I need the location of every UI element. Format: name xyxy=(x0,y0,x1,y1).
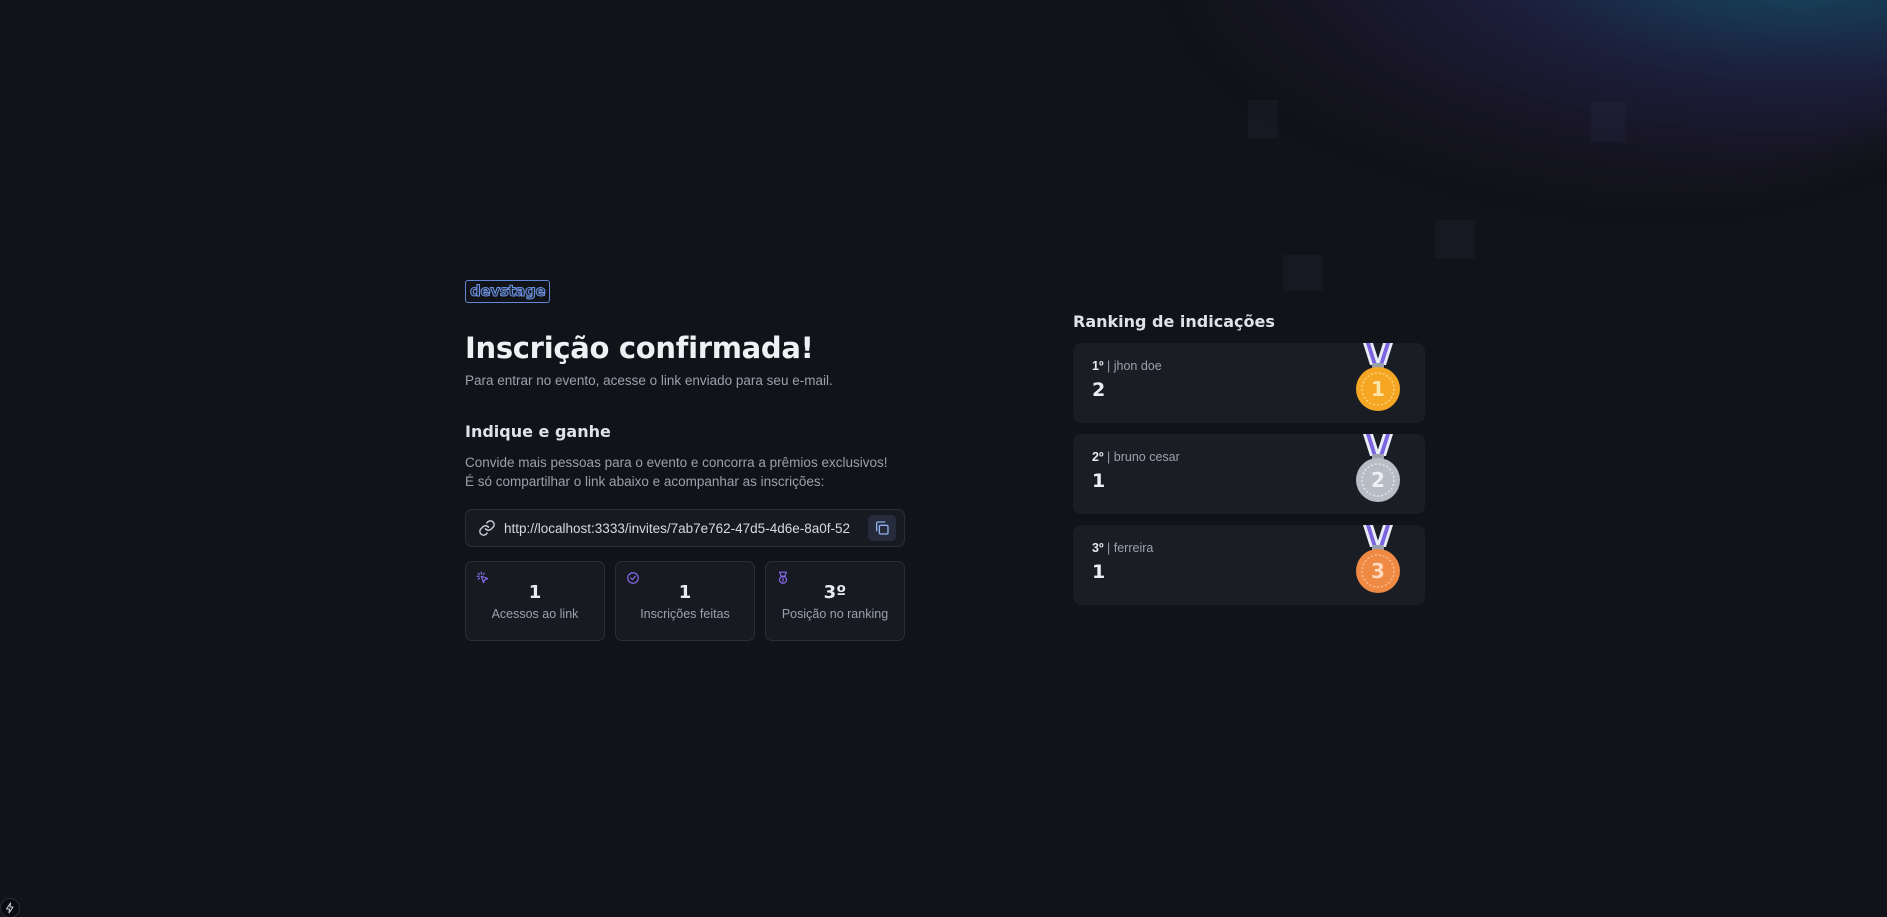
devstage-logo: devstage xyxy=(465,280,551,303)
stat-value: 1 xyxy=(528,582,542,603)
medal-number: 1 xyxy=(1371,377,1385,401)
dev-tools-button[interactable] xyxy=(0,898,20,917)
cursor-click-icon xyxy=(476,571,489,584)
referral-title: Indique e ganhe xyxy=(465,422,611,441)
ranking-name: bruno cesar xyxy=(1113,450,1180,464)
ranking-title: Ranking de indicações xyxy=(1073,312,1275,331)
stat-link-accesses: 1 Acessos ao link xyxy=(465,561,605,641)
ranking-position: 2º xyxy=(1092,450,1104,464)
stats-row: 1 Acessos ao link 1 Inscrições feitas 3º xyxy=(465,561,905,641)
lightning-icon xyxy=(5,902,14,914)
gold-medal-icon: 1 xyxy=(1356,343,1400,411)
stat-label: Acessos ao link xyxy=(491,607,579,621)
stat-subscriptions: 1 Inscrições feitas xyxy=(615,561,755,641)
stat-label: Inscrições feitas xyxy=(640,607,730,621)
stat-value: 3º xyxy=(823,582,847,603)
page-subtitle: Para entrar no evento, acesse o link env… xyxy=(465,373,833,388)
badge-check-icon xyxy=(627,572,639,584)
ranking-section: Ranking de indicações 1º | jhon doe 2 1 xyxy=(1073,312,1425,605)
background-glow xyxy=(1187,0,1887,200)
ranking-separator: | xyxy=(1107,359,1114,373)
invite-link-text[interactable]: http://localhost:3333/invites/7ab7e762-4… xyxy=(504,521,860,536)
referral-description: Convide mais pessoas para o evento e con… xyxy=(465,453,905,491)
ranking-name: jhon doe xyxy=(1113,359,1162,373)
confirmation-section: devstage Inscrição confirmada! Para entr… xyxy=(465,280,905,641)
ranking-position: 3º xyxy=(1092,541,1104,555)
background-pixel xyxy=(1435,220,1475,258)
background-pixel xyxy=(1590,102,1626,142)
medal-icon xyxy=(778,571,788,584)
page-title: Inscrição confirmada! xyxy=(465,331,814,365)
background-pixel xyxy=(1248,100,1278,138)
ranking-item: 3º | ferreira 1 3 xyxy=(1073,525,1425,605)
copy-link-button[interactable] xyxy=(868,515,896,541)
ranking-item: 1º | jhon doe 2 1 xyxy=(1073,343,1425,423)
silver-medal-icon: 2 xyxy=(1356,434,1400,502)
ranking-separator: | xyxy=(1107,450,1114,464)
referral-description-line-1: Convide mais pessoas para o evento e con… xyxy=(465,455,888,470)
ranking-item: 2º | bruno cesar 1 2 xyxy=(1073,434,1425,514)
invite-link-field[interactable]: http://localhost:3333/invites/7ab7e762-4… xyxy=(465,509,905,547)
page: devstage Inscrição confirmada! Para entr… xyxy=(0,0,1887,917)
bronze-medal-icon: 3 xyxy=(1356,525,1400,593)
stat-label: Posição no ranking xyxy=(781,607,889,621)
medal-number: 3 xyxy=(1371,559,1385,583)
copy-icon xyxy=(876,521,889,535)
ranking-name: ferreira xyxy=(1113,541,1154,555)
stat-ranking-position: 3º Posição no ranking xyxy=(765,561,905,641)
medal-number: 2 xyxy=(1371,468,1385,492)
background-pixel xyxy=(1283,255,1323,291)
ranking-separator: | xyxy=(1107,541,1114,555)
link-icon xyxy=(479,520,495,536)
ranking-position: 1º xyxy=(1092,359,1104,373)
referral-description-line-2: É só compartilhar o link abaixo e acompa… xyxy=(465,474,825,489)
stat-value: 1 xyxy=(678,582,692,603)
